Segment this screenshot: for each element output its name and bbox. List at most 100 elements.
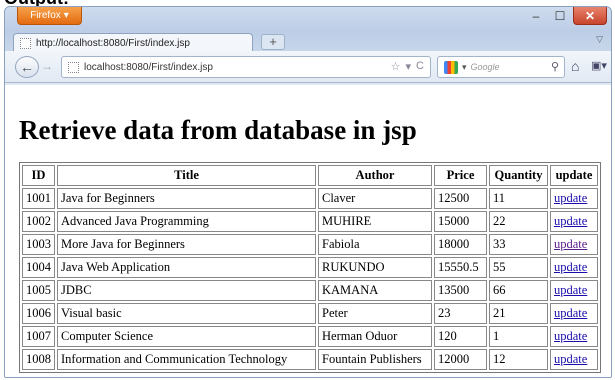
cell-title: JDBC: [57, 280, 316, 301]
cell-quantity: 12: [489, 349, 548, 370]
cell-quantity: 22: [489, 211, 548, 232]
back-button[interactable]: ←: [15, 56, 39, 78]
tab-strip: http://localhost:8080/First/index.jsp + …: [5, 31, 611, 52]
cell-update: update: [550, 326, 598, 347]
tab-index-jsp[interactable]: http://localhost:8080/First/index.jsp: [13, 33, 253, 52]
title-bar: Firefox ▾ – ☐ ✕: [5, 7, 611, 31]
tab-label: http://localhost:8080/First/index.jsp: [36, 37, 190, 49]
firefox-menu-button[interactable]: Firefox ▾: [17, 7, 82, 25]
cell-id: 1002: [22, 211, 55, 232]
minimize-button[interactable]: –: [525, 7, 547, 25]
cell-price: 18000: [434, 234, 487, 255]
cell-quantity: 1: [489, 326, 548, 347]
cell-author: Herman Oduor: [318, 326, 432, 347]
cell-id: 1006: [22, 303, 55, 324]
cell-price: 15000: [434, 211, 487, 232]
cell-update: update: [550, 257, 598, 278]
update-link[interactable]: update: [554, 329, 587, 343]
update-link[interactable]: update: [554, 306, 587, 320]
google-logo-icon[interactable]: [444, 60, 458, 74]
tab-list-chevron-icon[interactable]: ▽: [596, 34, 603, 45]
table-row: 1004 Java Web Application RUKUNDO 15550.…: [22, 257, 598, 278]
cell-title: Java Web Application: [57, 257, 316, 278]
table-header-row: ID Title Author Price Quantity update: [22, 165, 598, 186]
search-input[interactable]: ▾ Google ⚲: [437, 56, 565, 78]
table-row: 1001 Java for Beginners Claver 12500 11 …: [22, 188, 598, 209]
cell-author: KAMANA: [318, 280, 432, 301]
update-link[interactable]: update: [554, 191, 587, 205]
cell-price: 12500: [434, 188, 487, 209]
cell-quantity: 66: [489, 280, 548, 301]
cell-price: 120: [434, 326, 487, 347]
cell-author: RUKUNDO: [318, 257, 432, 278]
cell-title: Computer Science: [57, 326, 316, 347]
update-link[interactable]: update: [554, 237, 587, 251]
update-link[interactable]: update: [554, 352, 587, 366]
table-row: 1005 JDBC KAMANA 13500 66 update: [22, 280, 598, 301]
menu-icon[interactable]: ▣▾: [591, 59, 607, 72]
cell-price: 12000: [434, 349, 487, 370]
table-row: 1003 More Java for Beginners Fabiola 180…: [22, 234, 598, 255]
cell-id: 1001: [22, 188, 55, 209]
cell-title: Advanced Java Programming: [57, 211, 316, 232]
table-row: 1006 Visual basic Peter 23 21 update: [22, 303, 598, 324]
address-text: localhost:8080/First/index.jsp: [84, 61, 213, 73]
cell-update: update: [550, 211, 598, 232]
cell-update: update: [550, 303, 598, 324]
column-header-price: Price: [434, 165, 487, 186]
cell-title: Java for Beginners: [57, 188, 316, 209]
cell-price: 13500: [434, 280, 487, 301]
browser-window: Firefox ▾ – ☐ ✕ http://localhost:8080/Fi…: [4, 6, 612, 378]
column-header-update: update: [550, 165, 598, 186]
page-title: Retrieve data from database in jsp: [19, 115, 417, 145]
update-link[interactable]: update: [554, 260, 587, 274]
history-dropdown-icon[interactable]: ▾: [406, 60, 412, 73]
cell-price: 23: [434, 303, 487, 324]
home-icon[interactable]: ⌂: [571, 58, 579, 74]
cell-quantity: 21: [489, 303, 548, 324]
reload-icon[interactable]: C: [416, 60, 424, 73]
cell-id: 1008: [22, 349, 55, 370]
cell-update: update: [550, 280, 598, 301]
cell-author: Fountain Publishers: [318, 349, 432, 370]
cell-id: 1007: [22, 326, 55, 347]
column-header-id: ID: [22, 165, 55, 186]
search-icon[interactable]: ⚲: [551, 60, 559, 73]
cell-author: Fabiola: [318, 234, 432, 255]
cell-title: More Java for Beginners: [57, 234, 316, 255]
column-header-author: Author: [318, 165, 432, 186]
cell-id: 1003: [22, 234, 55, 255]
update-link[interactable]: update: [554, 214, 587, 228]
table-row: 1007 Computer Science Herman Oduor 120 1…: [22, 326, 598, 347]
cell-update: update: [550, 349, 598, 370]
page-favicon-icon: [20, 37, 31, 49]
cell-author: MUHIRE: [318, 211, 432, 232]
cell-author: Peter: [318, 303, 432, 324]
cell-id: 1005: [22, 280, 55, 301]
maximize-button[interactable]: ☐: [549, 7, 571, 25]
navigation-toolbar: ← → localhost:8080/First/index.jsp ☆ ▾ C…: [5, 51, 611, 83]
cell-update: update: [550, 188, 598, 209]
url-favicon-icon: [68, 62, 79, 73]
table-row: 1008 Information and Communication Techn…: [22, 349, 598, 370]
books-table: ID Title Author Price Quantity update 10…: [19, 162, 601, 373]
cell-title: Visual basic: [57, 303, 316, 324]
cell-quantity: 11: [489, 188, 548, 209]
bookmark-star-icon[interactable]: ☆: [391, 60, 401, 73]
cell-title: Information and Communication Technology: [57, 349, 316, 370]
chevron-down-icon: ▾: [63, 10, 69, 21]
firefox-menu-label: Firefox: [30, 10, 61, 21]
search-engine-dropdown-icon[interactable]: ▾: [462, 62, 467, 73]
page-content: Retrieve data from database in jsp ID Ti…: [5, 85, 611, 377]
forward-button[interactable]: →: [41, 59, 53, 73]
table-row: 1002 Advanced Java Programming MUHIRE 15…: [22, 211, 598, 232]
cell-quantity: 55: [489, 257, 548, 278]
new-tab-button[interactable]: +: [261, 34, 285, 50]
close-button[interactable]: ✕: [573, 7, 607, 25]
cell-update: update: [550, 234, 598, 255]
cell-author: Claver: [318, 188, 432, 209]
address-bar[interactable]: localhost:8080/First/index.jsp ☆ ▾ C: [61, 56, 431, 78]
update-link[interactable]: update: [554, 283, 587, 297]
column-header-quantity: Quantity: [489, 165, 548, 186]
cell-id: 1004: [22, 257, 55, 278]
